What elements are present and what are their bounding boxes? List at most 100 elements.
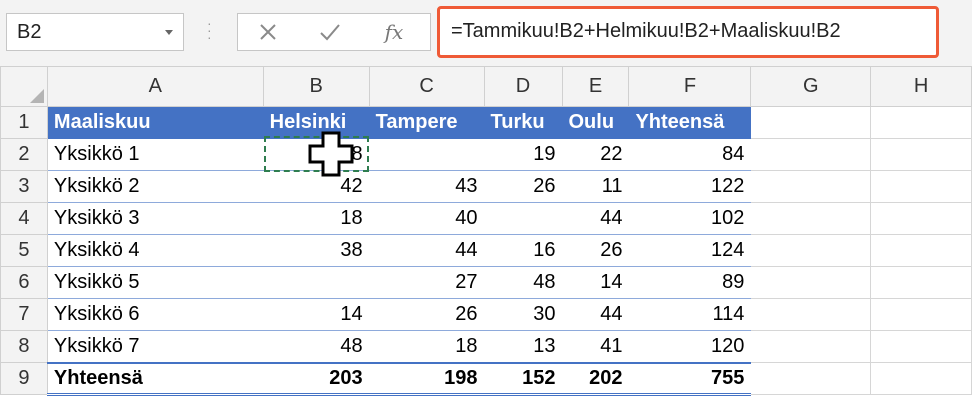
drag-handle-icon[interactable]: · · · — [207, 16, 212, 46]
value-cell[interactable]: 13 — [483, 330, 563, 363]
value-cell[interactable] — [368, 138, 485, 171]
column-header-d[interactable]: D — [483, 66, 563, 107]
fx-icon: fx — [384, 20, 404, 44]
value-cell[interactable] — [262, 266, 370, 299]
row-header[interactable]: 6 — [0, 266, 48, 299]
value-cell[interactable]: 41 — [561, 330, 630, 363]
value-cell[interactable]: 40 — [368, 202, 485, 235]
value-cell[interactable]: 26 — [368, 298, 485, 331]
column-header-b[interactable]: B — [262, 66, 370, 107]
value-cell[interactable]: 124 — [628, 234, 752, 267]
spreadsheet-grid: A B C D E F G H 1 Maaliskuu Helsinki Tam… — [0, 66, 972, 396]
value-cell[interactable]: 89 — [628, 266, 752, 299]
cell[interactable] — [750, 234, 872, 267]
value-cell[interactable]: 102 — [628, 202, 752, 235]
cell[interactable] — [870, 234, 972, 267]
value-cell[interactable]: 84 — [628, 138, 752, 171]
formula-input[interactable]: =Tammikuu!B2+Helmikuu!B2+Maaliskuu!B2 — [437, 6, 939, 58]
row-header[interactable]: 2 — [0, 138, 48, 171]
row-label-cell[interactable]: Yksikkö 5 — [46, 266, 264, 299]
header-cell[interactable]: Helsinki — [262, 106, 370, 139]
cell[interactable] — [870, 138, 972, 171]
cell[interactable] — [870, 202, 972, 235]
enter-button[interactable] — [300, 14, 360, 50]
column-header-g[interactable]: G — [750, 66, 872, 107]
cell[interactable] — [870, 106, 972, 139]
row-header[interactable]: 7 — [0, 298, 48, 331]
row-header[interactable]: 1 — [0, 106, 48, 139]
value-cell[interactable]: 30 — [483, 298, 563, 331]
value-cell[interactable]: 44 — [561, 298, 630, 331]
total-cell[interactable]: 755 — [628, 361, 752, 396]
select-all-corner[interactable] — [0, 66, 48, 107]
value-cell[interactable]: 120 — [628, 330, 752, 363]
value-cell[interactable]: 42 — [262, 170, 370, 203]
value-cell[interactable]: 14 — [561, 266, 630, 299]
value-cell[interactable]: 22 — [561, 138, 630, 171]
value-cell[interactable] — [483, 202, 563, 235]
value-cell[interactable]: 8 — [262, 138, 370, 171]
column-header-c[interactable]: C — [368, 66, 485, 107]
value-cell[interactable]: 14 — [262, 298, 370, 331]
column-header-a[interactable]: A — [46, 66, 264, 107]
cell[interactable] — [870, 298, 972, 331]
cell[interactable] — [750, 138, 872, 171]
cell[interactable] — [750, 106, 872, 139]
cancel-button[interactable] — [238, 14, 298, 50]
column-header-e[interactable]: E — [561, 66, 630, 107]
cell[interactable] — [870, 170, 972, 203]
total-cell[interactable]: 202 — [561, 361, 630, 396]
value-cell[interactable]: 48 — [262, 330, 370, 363]
header-cell[interactable]: Tampere — [368, 106, 485, 139]
cell[interactable] — [750, 298, 872, 331]
chevron-down-icon[interactable] — [165, 30, 173, 35]
cell[interactable] — [750, 362, 872, 395]
column-header-f[interactable]: F — [628, 66, 752, 107]
cell[interactable] — [750, 266, 872, 299]
row-label-cell[interactable]: Yksikkö 6 — [46, 298, 264, 331]
header-cell[interactable]: Turku — [483, 106, 563, 139]
row-label-cell[interactable]: Yksikkö 4 — [46, 234, 264, 267]
row-label-cell[interactable]: Yksikkö 3 — [46, 202, 264, 235]
header-cell[interactable]: Yhteensä — [628, 106, 752, 139]
row-header[interactable]: 4 — [0, 202, 48, 235]
value-cell[interactable]: 44 — [368, 234, 485, 267]
cell[interactable] — [870, 330, 972, 363]
header-cell[interactable]: Maaliskuu — [46, 106, 264, 139]
row-label-cell[interactable]: Yksikkö 7 — [46, 330, 264, 363]
total-cell[interactable]: 198 — [368, 361, 485, 396]
insert-function-button[interactable]: fx — [364, 14, 424, 50]
value-cell[interactable]: 114 — [628, 298, 752, 331]
row-label-cell[interactable]: Yksikkö 1 — [46, 138, 264, 171]
cell[interactable] — [750, 170, 872, 203]
row-header[interactable]: 8 — [0, 330, 48, 363]
name-box-value: B2 — [17, 21, 42, 43]
value-cell[interactable]: 43 — [368, 170, 485, 203]
name-box[interactable]: B2 — [6, 13, 184, 51]
row-header[interactable]: 3 — [0, 170, 48, 203]
total-cell[interactable]: 203 — [262, 361, 370, 396]
value-cell[interactable]: 48 — [483, 266, 563, 299]
cell[interactable] — [870, 362, 972, 395]
value-cell[interactable]: 11 — [561, 170, 630, 203]
total-label-cell[interactable]: Yhteensä — [46, 361, 264, 396]
header-cell[interactable]: Oulu — [561, 106, 630, 139]
value-cell[interactable]: 27 — [368, 266, 485, 299]
cell[interactable] — [750, 202, 872, 235]
row-label-cell[interactable]: Yksikkö 2 — [46, 170, 264, 203]
value-cell[interactable]: 44 — [561, 202, 630, 235]
value-cell[interactable]: 38 — [262, 234, 370, 267]
value-cell[interactable]: 18 — [368, 330, 485, 363]
value-cell[interactable]: 18 — [262, 202, 370, 235]
value-cell[interactable]: 19 — [483, 138, 563, 171]
row-header[interactable]: 5 — [0, 234, 48, 267]
row-header[interactable]: 9 — [0, 362, 48, 395]
value-cell[interactable]: 26 — [561, 234, 630, 267]
cell[interactable] — [750, 330, 872, 363]
value-cell[interactable]: 122 — [628, 170, 752, 203]
value-cell[interactable]: 16 — [483, 234, 563, 267]
cell[interactable] — [870, 266, 972, 299]
value-cell[interactable]: 26 — [483, 170, 563, 203]
total-cell[interactable]: 152 — [483, 361, 563, 396]
column-header-h[interactable]: H — [870, 66, 972, 107]
